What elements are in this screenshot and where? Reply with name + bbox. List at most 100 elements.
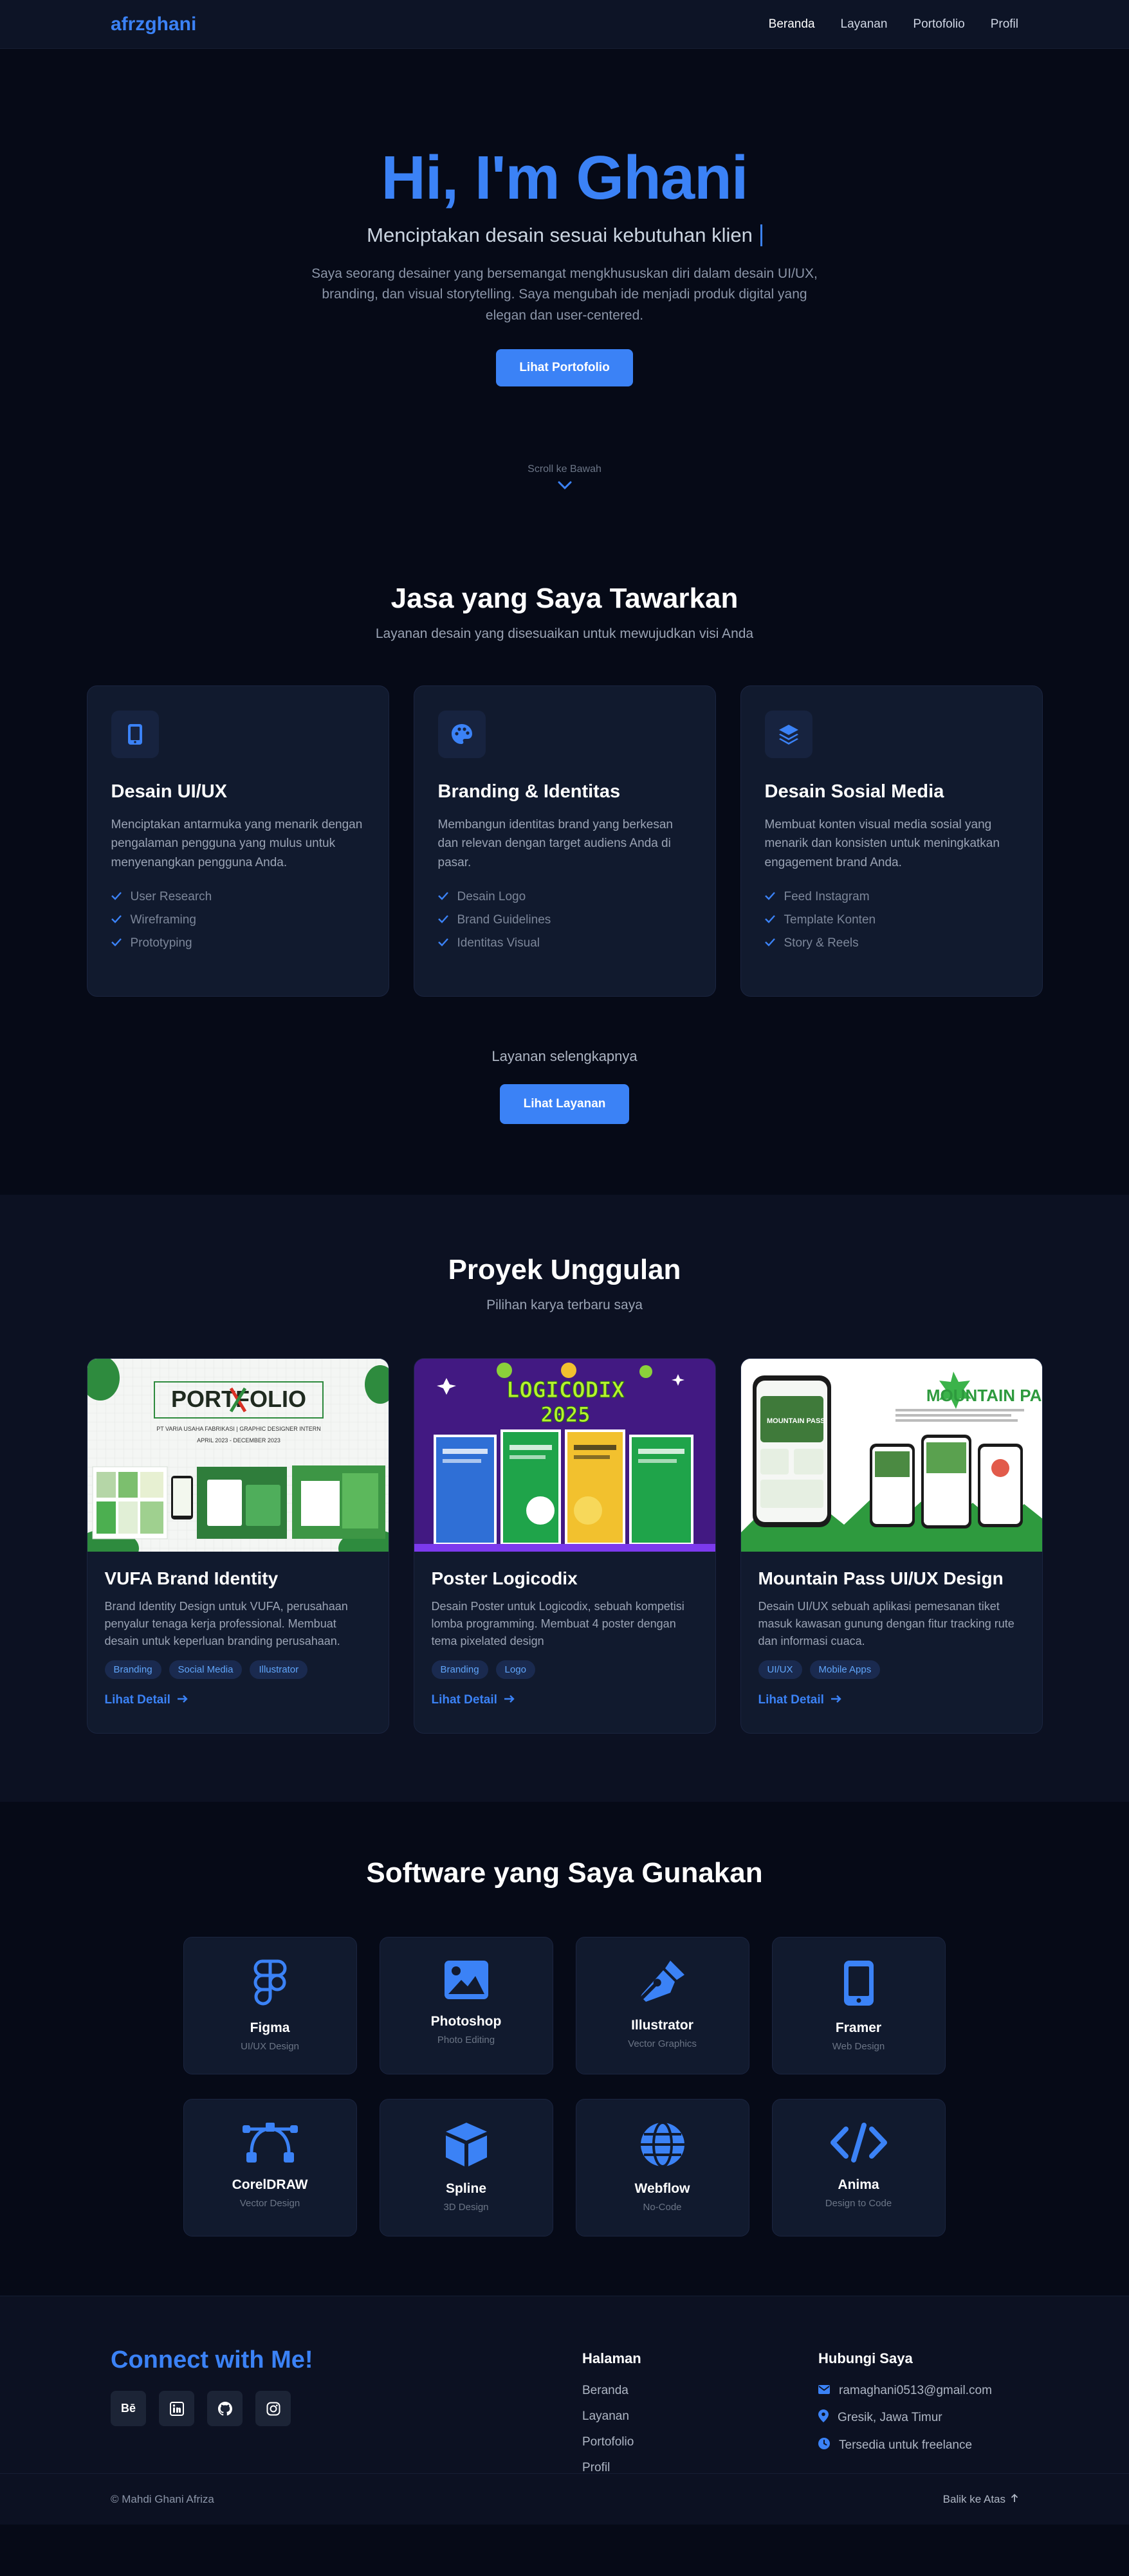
footer-connect-column: Connect with Me! Bē <box>111 2346 582 2487</box>
phone-screen-title: MOUNTAIN PASS <box>767 1417 825 1425</box>
project-card[interactable]: MOUNTAIN PASS MOUNTAIN PASS <box>740 1358 1043 1734</box>
hero-subtitle-text: Menciptakan desain sesuai kebutuhan klie… <box>367 223 753 246</box>
check-icon <box>764 890 775 904</box>
check-icon <box>764 913 775 927</box>
software-category: Vector Graphics <box>628 2038 697 2049</box>
project-body: Poster Logicodix Desain Poster untuk Log… <box>414 1552 715 1724</box>
software-name: Anima <box>838 2177 879 2192</box>
software-card-anima: Anima Design to Code <box>771 2099 946 2236</box>
project-title: Poster Logicodix <box>431 1568 578 1588</box>
arrow-right-icon <box>504 1693 515 1707</box>
view-portfolio-button[interactable]: Lihat Portofolio <box>496 349 633 387</box>
tag: UI/UX <box>758 1660 802 1679</box>
project-card[interactable]: LOGICODIX 2025 Poster Logicodix Desain P… <box>413 1358 716 1734</box>
arrow-up-icon <box>1011 2493 1018 2506</box>
contact-availability: Tersedia untuk freelance <box>818 2438 992 2453</box>
software-card-illustrator: Illustrator Vector Graphics <box>575 1937 749 2074</box>
software-name: Webflow <box>634 2181 690 2196</box>
service-feature: Prototyping <box>111 936 365 950</box>
software-category: Vector Design <box>239 2198 300 2209</box>
chevron-down-icon[interactable] <box>557 480 573 494</box>
project-body: VUFA Brand Identity Brand Identity Desig… <box>87 1552 389 1724</box>
project-detail-link[interactable]: Lihat Detail <box>432 1693 515 1707</box>
contact-email[interactable]: ramaghani0513@gmail.com <box>818 2384 992 2398</box>
software-card-coreldraw: CorelDRAW Vector Design <box>183 2099 357 2236</box>
projects-subtitle: Pilihan karya terbaru saya <box>486 1298 643 1312</box>
service-feature-label: Template Konten <box>784 913 876 927</box>
pen-nib-icon <box>639 1959 686 2008</box>
github-icon[interactable] <box>207 2391 243 2426</box>
footer-link-beranda[interactable]: Beranda <box>582 2384 818 2398</box>
logicodix-cover-text: LOGICODIX <box>506 1377 625 1403</box>
service-feature-label: Wireframing <box>130 913 196 927</box>
software-category: Photo Editing <box>437 2035 495 2045</box>
project-card[interactable]: PORTFOLIO PT VARIA USAHA FABRIKASI | GRA… <box>86 1358 389 1734</box>
project-thumbnail[interactable]: LOGICODIX 2025 <box>414 1359 715 1552</box>
contact-location: Gresik, Jawa Timur <box>818 2409 992 2426</box>
service-feature: Template Konten <box>764 913 1018 927</box>
check-icon <box>437 913 448 927</box>
view-services-button[interactable]: Lihat Layanan <box>499 1084 630 1124</box>
behance-icon[interactable]: Bē <box>111 2391 146 2426</box>
tag: Branding <box>104 1660 161 1679</box>
nav-link-profil[interactable]: Profil <box>991 17 1018 32</box>
check-icon <box>111 890 122 904</box>
portfolio-cover-line2: APRIL 2023 - DECEMBER 2023 <box>197 1437 280 1444</box>
back-to-top-link[interactable]: Balik ke Atas <box>943 2493 1018 2506</box>
project-detail-label: Lihat Detail <box>104 1693 170 1707</box>
service-feature-label: User Research <box>130 890 212 904</box>
cube-icon <box>443 2121 490 2171</box>
copyright-text: © Mahdi Ghani Afriza <box>111 2492 214 2505</box>
mobile-icon <box>111 711 159 758</box>
software-category: No-Code <box>643 2202 682 2213</box>
nav-link-beranda[interactable]: Beranda <box>769 17 815 32</box>
contact-location-text: Gresik, Jawa Timur <box>838 2411 942 2424</box>
software-card-photoshop: Photoshop Photo Editing <box>379 1937 553 2074</box>
clock-icon <box>818 2438 830 2453</box>
scroll-down-label[interactable]: Scroll ke Bawah <box>528 464 601 475</box>
services-section: Jasa yang Saya Tawarkan Layanan desain y… <box>0 549 1129 1195</box>
footer-columns: Connect with Me! Bē Halaman Beranda Laya… <box>0 2296 1129 2487</box>
project-thumbnail[interactable]: MOUNTAIN PASS MOUNTAIN PASS <box>740 1359 1042 1552</box>
project-thumbnail[interactable]: PORTFOLIO PT VARIA USAHA FABRIKASI | GRA… <box>87 1359 389 1552</box>
projects-title: Proyek Unggulan <box>448 1254 681 1285</box>
service-description: Menciptakan antarmuka yang menarik denga… <box>111 818 363 869</box>
tag: Illustrator <box>250 1660 308 1679</box>
services-title: Jasa yang Saya Tawarkan <box>390 583 739 614</box>
project-detail-link[interactable]: Lihat Detail <box>758 1693 842 1707</box>
footer-link-layanan[interactable]: Layanan <box>582 2409 818 2424</box>
project-tags: Branding Social Media Illustrator <box>104 1660 371 1679</box>
footer-page-links: Beranda Layanan Portofolio Profil <box>582 2384 818 2475</box>
footer: Connect with Me! Bē Halaman Beranda Laya… <box>0 2296 1129 2525</box>
pages-heading: Halaman <box>582 2350 641 2366</box>
check-icon <box>111 936 122 950</box>
linkedin-icon[interactable] <box>159 2391 194 2426</box>
brand-logo[interactable]: afrzghani <box>111 14 196 35</box>
software-card-framer: Framer Web Design <box>771 1937 946 2074</box>
service-feature-label: Desain Logo <box>457 890 526 904</box>
project-detail-link[interactable]: Lihat Detail <box>105 1693 188 1707</box>
nav-link-layanan[interactable]: Layanan <box>841 17 888 32</box>
instagram-icon[interactable] <box>255 2391 291 2426</box>
more-services-label: Layanan selengkapnya <box>491 1048 638 1064</box>
contact-availability-text: Tersedia untuk freelance <box>839 2438 973 2452</box>
software-category: UI/UX Design <box>241 2041 299 2052</box>
service-feature: Brand Guidelines <box>437 913 692 927</box>
service-card: Desain UI/UX Menciptakan antarmuka yang … <box>86 685 389 997</box>
service-feature-label: Identitas Visual <box>457 936 540 950</box>
tag: Mobile Apps <box>809 1660 881 1679</box>
services-subtitle: Layanan desain yang disesuaikan untuk me… <box>375 626 754 641</box>
check-icon <box>764 936 775 950</box>
service-feature: Feed Instagram <box>764 890 1018 904</box>
service-feature-label: Brand Guidelines <box>457 913 551 927</box>
service-feature: Story & Reels <box>764 936 1018 950</box>
palette-icon <box>437 711 486 758</box>
globe-icon <box>639 2121 686 2171</box>
nav-link-portofolio[interactable]: Portofolio <box>913 17 964 32</box>
arrow-right-icon <box>831 1693 842 1707</box>
project-description: Desain UI/UX sebuah aplikasi pemesanan t… <box>758 1600 1014 1647</box>
service-feature-label: Story & Reels <box>784 936 859 950</box>
envelope-icon <box>818 2384 830 2398</box>
top-navbar: afrzghani Beranda Layanan Portofolio Pro… <box>0 0 1129 49</box>
footer-link-portofolio[interactable]: Portofolio <box>582 2435 818 2449</box>
